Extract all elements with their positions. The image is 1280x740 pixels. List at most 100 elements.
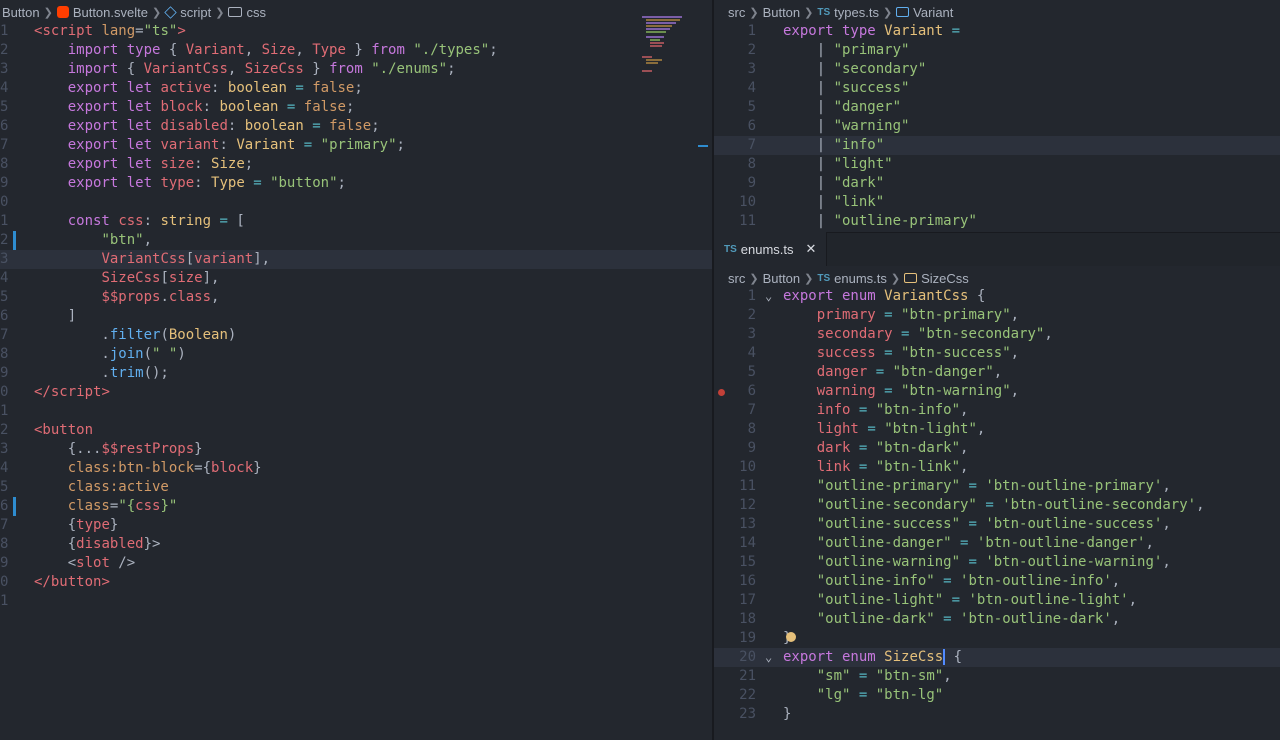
code-line[interactable]: 8 | "light" <box>714 155 1280 174</box>
code-line[interactable]: 6 export let disabled: boolean = false; <box>0 117 712 136</box>
breadcrumb-item-file[interactable]: Button.svelte <box>56 5 148 20</box>
code-line[interactable]: 4 SizeCss[size], <box>0 269 712 288</box>
breadcrumb-item-src[interactable]: src <box>728 271 745 286</box>
minimap[interactable] <box>636 16 696 76</box>
code-line[interactable]: 4 | "success" <box>714 79 1280 98</box>
code-line[interactable]: 0 <box>0 193 712 212</box>
code-editor[interactable]: 1 ⌄ export enum VariantCss {2 primary = "b… <box>714 287 1280 724</box>
code-line[interactable]: 1 <box>0 402 712 421</box>
breadcrumb-item-file[interactable]: TS types.ts <box>817 5 879 20</box>
code-line[interactable]: 23} <box>714 705 1280 724</box>
breadcrumb-item-symbol[interactable]: SizeCss <box>904 271 969 286</box>
code-line[interactable]: 3 {...$$restProps} <box>0 440 712 459</box>
breadcrumb-item-symbol[interactable]: Variant <box>896 5 953 20</box>
breadcrumb-item-script[interactable]: script <box>164 5 211 20</box>
code-line[interactable]: 8 export let size: Size; <box>0 155 712 174</box>
code-line[interactable]: 4 export let active: boolean = false; <box>0 79 712 98</box>
code-line[interactable]: 1 const css: string = [ <box>0 212 712 231</box>
code-line[interactable]: 3 VariantCss[variant], <box>0 250 712 269</box>
breadcrumb-item-button-folder[interactable]: Button <box>763 5 801 20</box>
code-line[interactable]: 8 {disabled}> <box>0 535 712 554</box>
code-line[interactable]: 3 secondary = "btn-secondary", <box>714 325 1280 344</box>
fold-chevron-icon[interactable]: ⌄ <box>765 287 772 306</box>
code-line[interactable]: 21 "sm" = "btn-sm", <box>714 667 1280 686</box>
code-line[interactable]: 2 <button <box>0 421 712 440</box>
code-line[interactable]: 11 | "outline-primary" <box>714 212 1280 231</box>
code-line[interactable]: 9 export let type: Type = "button"; <box>0 174 712 193</box>
code-line[interactable]: 7 | "info" <box>714 136 1280 155</box>
code-line[interactable]: 1 ⌄ export enum VariantCss { <box>714 287 1280 306</box>
code-line[interactable]: 11 "outline-primary" = 'btn-outline-prim… <box>714 477 1280 496</box>
breadcrumb-item-button-folder[interactable]: Button <box>2 5 40 20</box>
code-line[interactable]: 1 <box>0 592 712 611</box>
code-line[interactable]: 9 .trim(); <box>0 364 712 383</box>
code-line[interactable]: 5 export let block: boolean = false; <box>0 98 712 117</box>
typescript-icon: TS <box>724 243 737 255</box>
close-icon[interactable]: ✕ <box>806 241 817 257</box>
code-line[interactable]: 16 "outline-info" = 'btn-outline-info', <box>714 572 1280 591</box>
code-line[interactable]: 7 info = "btn-info", <box>714 401 1280 420</box>
code-line[interactable]: 15 "outline-warning" = 'btn-outline-warn… <box>714 553 1280 572</box>
tab-enums-ts[interactable]: TS enums.ts ✕ <box>714 232 828 266</box>
token: type <box>160 175 195 191</box>
token: class:active <box>67 479 169 495</box>
code-line[interactable]: 4 success = "btn-success", <box>714 344 1280 363</box>
code-line[interactable]: 10 link = "btn-link", <box>714 458 1280 477</box>
code-line[interactable]: 5 danger = "btn-danger", <box>714 363 1280 382</box>
chevron-right-icon: ❯ <box>890 272 901 285</box>
code-line[interactable]: 3 | "secondary" <box>714 60 1280 79</box>
code-line[interactable]: 5 class:active <box>0 478 712 497</box>
breadcrumb-item-css[interactable]: css <box>228 5 266 20</box>
code-line[interactable]: 14 "outline-danger" = 'btn-outline-dange… <box>714 534 1280 553</box>
code-line[interactable]: 6 class="{css}" <box>0 497 712 516</box>
code-text: "outline-dark" = 'btn-outline-dark', <box>783 610 1120 629</box>
code-line[interactable]: 3 import { VariantCss, SizeCss } from ".… <box>0 60 712 79</box>
code-line[interactable]: 2 "btn", <box>0 231 712 250</box>
code-line[interactable]: 7 export let variant: Variant = "primary… <box>0 136 712 155</box>
code-line[interactable]: 2 primary = "btn-primary", <box>714 306 1280 325</box>
code-editor[interactable]: 1 export type Variant = 2 | "primary" 3 | "… <box>714 22 1280 231</box>
token: {... <box>34 441 102 457</box>
code-line[interactable]: 8 .join(" ") <box>0 345 712 364</box>
breadcrumb-item-src[interactable]: src <box>728 5 745 20</box>
code-line[interactable]: 6 ] <box>0 307 712 326</box>
token: 'btn-outline-primary' <box>985 478 1163 494</box>
code-line[interactable]: 20 ⌄ export enum SizeCss { <box>714 648 1280 667</box>
code-line[interactable]: 4 class:btn-block={block} <box>0 459 712 478</box>
lightbulb-icon[interactable] <box>786 632 796 642</box>
editor-pane-types-ts[interactable]: src ❯ Button ❯ TS types.ts ❯ Variant 1 exp… <box>714 0 1280 232</box>
code-line[interactable]: 9 <slot /> <box>0 554 712 573</box>
editor-pane-button-svelte[interactable]: Button ❯ Button.svelte ❯ script ❯ css 1 <… <box>0 0 712 740</box>
code-line[interactable]: 9 dark = "btn-dark", <box>714 439 1280 458</box>
code-line[interactable]: 9 | "dark" <box>714 174 1280 193</box>
code-line[interactable]: 5 | "danger" <box>714 98 1280 117</box>
code-line[interactable]: 22 "lg" = "btn-lg" <box>714 686 1280 705</box>
code-line[interactable]: 1 export type Variant = <box>714 22 1280 41</box>
code-line[interactable]: 0 </script> <box>0 383 712 402</box>
breakpoint-icon[interactable] <box>718 389 725 396</box>
code-line[interactable]: 0 </button> <box>0 573 712 592</box>
code-line[interactable]: 8 light = "btn-light", <box>714 420 1280 439</box>
code-line[interactable]: 5 $$props.class, <box>0 288 712 307</box>
code-line[interactable]: 2 import type { Variant, Size, Type } fr… <box>0 41 712 60</box>
code-line[interactable]: 7 .filter(Boolean) <box>0 326 712 345</box>
token: string <box>160 213 212 229</box>
code-editor[interactable]: 1 <script lang="ts"> 2 import type { Varia… <box>0 22 712 611</box>
code-line[interactable]: 19} <box>714 629 1280 648</box>
code-line[interactable]: 10 | "link" <box>714 193 1280 212</box>
code-text: "outline-warning" = 'btn-outline-warning… <box>783 553 1171 572</box>
code-line[interactable]: 17 "outline-light" = 'btn-outline-light'… <box>714 591 1280 610</box>
code-line[interactable]: 7 {type} <box>0 516 712 535</box>
code-line[interactable]: 6 warning = "btn-warning", <box>714 382 1280 401</box>
code-line[interactable]: 13 "outline-success" = 'btn-outline-succ… <box>714 515 1280 534</box>
code-line[interactable]: 12 "outline-secondary" = 'btn-outline-se… <box>714 496 1280 515</box>
fold-chevron-icon[interactable]: ⌄ <box>765 648 772 667</box>
code-line[interactable]: 18 "outline-dark" = 'btn-outline-dark', <box>714 610 1280 629</box>
breadcrumb-item-button-folder[interactable]: Button <box>763 271 801 286</box>
editor-pane-enums-ts[interactable]: TS enums.ts ✕ src ❯ Button ❯ TS enums.ts … <box>714 232 1280 740</box>
code-line[interactable]: 1 <script lang="ts"> <box>0 22 712 41</box>
code-line[interactable]: 6 | "warning" <box>714 117 1280 136</box>
breadcrumb-item-file[interactable]: TS enums.ts <box>817 271 887 286</box>
code-line[interactable]: 2 | "primary" <box>714 41 1280 60</box>
